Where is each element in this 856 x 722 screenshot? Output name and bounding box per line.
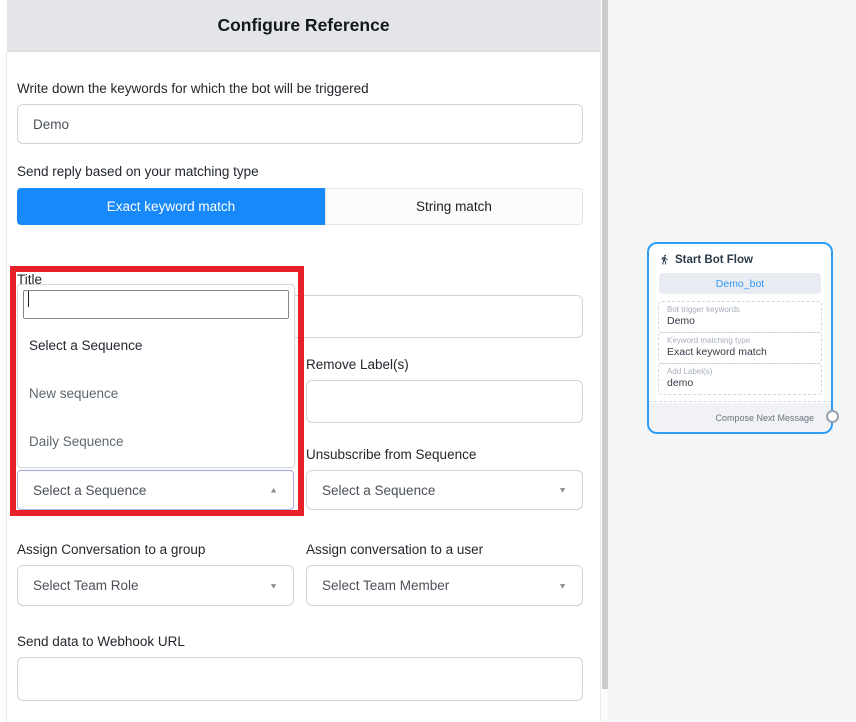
assign-user-select-value: Select Team Member [322,578,449,593]
assign-row: Assign Conversation to a group Select Te… [17,542,583,606]
scrollbar[interactable] [600,0,608,722]
caret-up-icon: ▲ [269,486,278,495]
sequence-dropdown-panel: Select a Sequence New sequence Daily Seq… [17,284,295,468]
sequence-option[interactable]: Daily Sequence [18,417,294,465]
tab-exact-keyword-match[interactable]: Exact keyword match [17,188,325,225]
caret-down-icon: ▼ [269,581,278,590]
assign-row-right-cell: Assign conversation to a user Select Tea… [306,542,583,606]
flow-card-field: Keyword matching type Exact keyword matc… [658,332,822,364]
start-bot-flow-card[interactable]: Start Bot Flow Demo_bot Bot trigger keyw… [647,242,833,434]
keywords-input[interactable] [17,104,583,144]
sequence-option[interactable]: New sequence [18,369,294,417]
keywords-label: Write down the keywords for which the bo… [17,81,583,97]
text-cursor [28,291,29,307]
subscribe-sequence-select-value: Select a Sequence [33,483,146,498]
webhook-input[interactable] [17,657,583,701]
remove-labels-label: Remove Label(s) [306,357,583,373]
sequence-search-input[interactable] [23,290,289,319]
assign-row-left-cell: Assign Conversation to a group Select Te… [17,542,294,606]
flow-field-value: Demo [667,315,813,328]
walking-person-icon [659,253,670,266]
assign-user-select[interactable]: Select Team Member ▼ [306,565,583,606]
matching-type-label: Send reply based on your matching type [17,164,583,180]
assign-group-select-value: Select Team Role [33,578,139,593]
sequence-option[interactable]: Select a Sequence [18,321,294,369]
caret-down-icon: ▼ [558,581,567,590]
compose-next-message-label: Compose Next Message [649,403,831,432]
unsubscribe-sequence-select-value: Select a Sequence [322,483,435,498]
screen: Configure Reference Write down the keywo… [0,0,856,722]
assign-group-select[interactable]: Select Team Role ▼ [17,565,294,606]
remove-labels-input[interactable] [306,380,583,423]
sequence-row-right-cell: Unsubscribe from Sequence Select a Seque… [306,447,583,510]
flow-connector-handle[interactable] [826,410,839,423]
assign-group-label: Assign Conversation to a group [17,542,294,558]
flow-field-label: Bot trigger keywords [667,305,813,315]
flow-field-label: Add Label(s) [667,367,813,377]
flow-field-value: Exact keyword match [667,346,813,359]
caret-down-icon: ▼ [558,486,567,495]
flow-card-fields: Bot trigger keywords Demo Keyword matchi… [658,301,822,395]
bot-name-button[interactable]: Demo_bot [659,273,821,294]
page-title: Configure Reference [217,15,389,36]
flow-field-value: demo [667,377,813,390]
pane-divider-line [6,52,7,722]
tab-string-match[interactable]: String match [325,188,583,225]
webhook-label: Send data to Webhook URL [17,634,583,650]
flow-card-header: Start Bot Flow [649,244,831,272]
unsubscribe-label: Unsubscribe from Sequence [306,447,583,463]
flow-canvas: Start Bot Flow Demo_bot Bot trigger keyw… [608,0,856,722]
flow-card-title: Start Bot Flow [675,254,753,266]
unsubscribe-sequence-select[interactable]: Select a Sequence ▼ [306,470,583,510]
subscribe-sequence-select[interactable]: Select a Sequence ▲ [17,470,294,510]
assign-user-label: Assign conversation to a user [306,542,583,558]
flow-card-separator [649,401,831,402]
dialog-header: Configure Reference [7,0,600,52]
matching-type-tabs: Exact keyword match String match [17,188,583,225]
sequence-options-list: Select a Sequence New sequence Daily Seq… [18,321,294,465]
flow-card-field: Bot trigger keywords Demo [658,301,822,333]
flow-card-field: Add Label(s) demo [658,363,822,395]
flow-field-label: Keyword matching type [667,336,813,346]
labels-row-right-cell: Remove Label(s) [306,357,583,423]
